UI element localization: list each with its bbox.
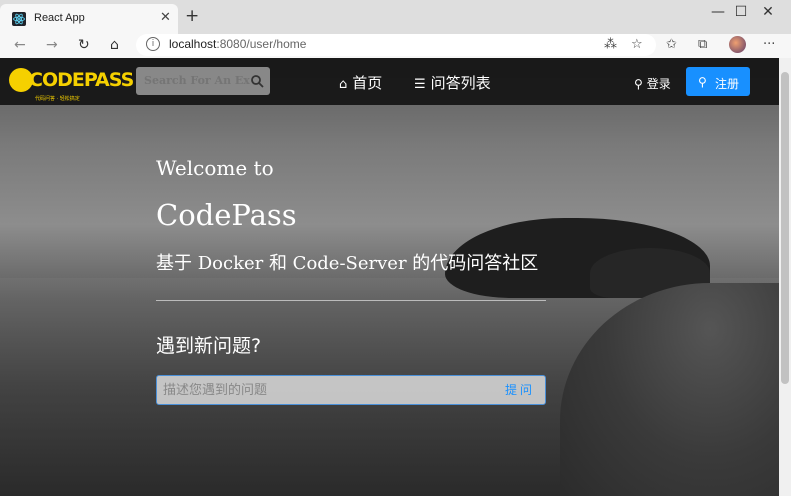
- user-icon: ⚲: [634, 77, 643, 91]
- new-tab-button[interactable]: +: [185, 6, 199, 26]
- translate-icon[interactable]: ⁂: [604, 37, 617, 52]
- welcome-text: Welcome to: [156, 156, 274, 180]
- ask-button[interactable]: 提问: [505, 381, 535, 398]
- favorite-star-icon[interactable]: ☆: [631, 37, 643, 52]
- page-scrollbar[interactable]: [779, 58, 791, 496]
- more-menu-icon[interactable]: ···: [763, 37, 775, 52]
- question-heading: 遇到新问题?: [156, 335, 262, 357]
- codepass-logo[interactable]: CODEPASS 代码问答 · 轻松搞定: [9, 61, 134, 103]
- react-favicon-icon: [12, 12, 26, 26]
- tab-close-icon[interactable]: ✕: [160, 10, 171, 25]
- site-header: CODEPASS 代码问答 · 轻松搞定 ⌂首页 ☰问答列表 ⚲登录 ⚲ 注册: [0, 58, 779, 105]
- url-text: localhost:8080/user/home: [169, 37, 307, 51]
- hero-divider: [156, 300, 546, 301]
- register-button[interactable]: ⚲ 注册: [686, 67, 750, 96]
- home-browser-icon[interactable]: ⌂: [110, 37, 119, 53]
- nav-question-list[interactable]: ☰ 问答列表: [414, 72, 491, 93]
- search-icon[interactable]: [250, 74, 264, 88]
- home-icon: ⌂: [339, 77, 348, 92]
- back-arrow-icon[interactable]: ←: [14, 37, 26, 53]
- page-viewport: CODEPASS 代码问答 · 轻松搞定 ⌂首页 ☰问答列表 ⚲登录 ⚲ 注册 …: [0, 58, 779, 496]
- question-input[interactable]: [163, 380, 493, 400]
- tagline: 基于 Docker 和 Code-Server 的代码问答社区: [156, 253, 539, 274]
- ask-question-box: 提问: [156, 375, 546, 405]
- site-info-icon[interactable]: i: [146, 37, 160, 51]
- favorites-list-icon[interactable]: ✩: [666, 37, 677, 52]
- logo-text: CODEPASS: [29, 69, 134, 91]
- user-add-icon: ⚲: [698, 75, 707, 89]
- logo-subtitle: 代码问答 · 轻松搞定: [35, 96, 80, 102]
- browser-tab[interactable]: React App ✕: [0, 4, 178, 34]
- nav-home[interactable]: ⌂ 首页: [339, 72, 382, 93]
- collections-icon[interactable]: ⧉: [698, 37, 707, 52]
- search-input[interactable]: [144, 74, 250, 87]
- profile-avatar[interactable]: [729, 36, 746, 53]
- search-box[interactable]: [136, 67, 270, 95]
- brand-title: CodePass: [156, 198, 297, 232]
- url-field[interactable]: i localhost:8080/user/home ⁂ ☆: [136, 34, 656, 56]
- refresh-icon[interactable]: ↻: [78, 37, 90, 53]
- address-bar: ← → ↻ ⌂ i localhost:8080/user/home ⁂ ☆ ✩…: [0, 34, 791, 59]
- login-link[interactable]: ⚲ 登录: [634, 75, 671, 92]
- window-close-button[interactable]: ✕: [745, 4, 791, 20]
- tab-title: React App: [34, 12, 85, 24]
- scrollbar-thumb[interactable]: [781, 72, 789, 384]
- list-icon: ☰: [414, 77, 426, 92]
- browser-tab-bar: React App ✕ + — ☐ ✕: [0, 0, 791, 34]
- forward-arrow-icon[interactable]: →: [46, 37, 58, 53]
